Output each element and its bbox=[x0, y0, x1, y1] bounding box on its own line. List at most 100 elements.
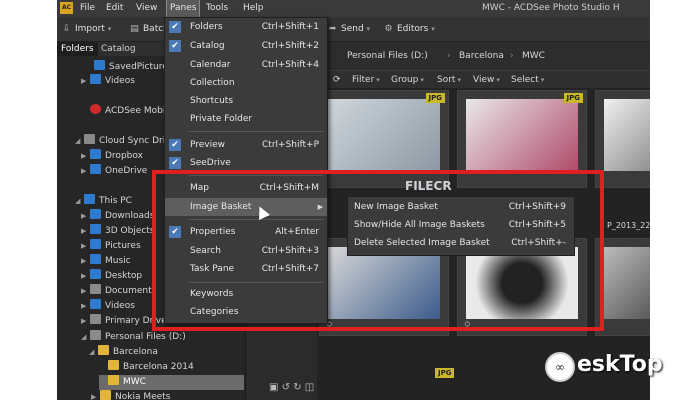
check-icon: ✔ bbox=[169, 40, 181, 52]
tree-item[interactable]: ▶ Desktop bbox=[81, 269, 142, 284]
menu-item-collection[interactable]: Collection bbox=[165, 74, 327, 92]
menu-item-shortcuts[interactable]: Shortcuts bbox=[165, 92, 327, 110]
sort-button[interactable]: Sort ▾ bbox=[437, 71, 461, 89]
toolbar: ⇩ Import ▾ ▤ Batch ➦ Send ▾ ⚙ Editors ▾ bbox=[57, 17, 650, 42]
tree-item[interactable]: ◢ This PC bbox=[75, 194, 132, 209]
tree-item-label: Documents bbox=[105, 286, 157, 296]
menu-item-keywords[interactable]: Keywords bbox=[165, 285, 327, 303]
menu-tools[interactable]: Tools bbox=[203, 0, 231, 17]
filter-button[interactable]: Filter ▾ bbox=[352, 71, 380, 89]
refresh-icon[interactable]: ⟳ bbox=[333, 71, 341, 89]
file-type-badge: JPG bbox=[425, 93, 445, 103]
menu-help[interactable]: Help bbox=[240, 0, 267, 17]
menu-panes[interactable]: Panes bbox=[165, 0, 201, 18]
tree-item[interactable]: ▶ Downloads bbox=[81, 209, 154, 224]
breadcrumb-item[interactable]: MWC bbox=[522, 42, 545, 70]
batch-button[interactable]: ▤ Batch bbox=[129, 21, 169, 37]
tree-item[interactable]: ▶ Videos bbox=[81, 299, 135, 314]
tree-item[interactable]: ◢ Cloud Sync Driv bbox=[75, 134, 171, 149]
batch-icon: ▤ bbox=[130, 24, 139, 34]
menu-item-seedrive[interactable]: ✔ SeeDrive bbox=[165, 154, 327, 172]
tree-item[interactable]: ▶ Videos bbox=[81, 74, 135, 89]
rotate-left-icon[interactable]: ↺ bbox=[282, 382, 290, 393]
menu-item-calendar[interactable]: Calendar Ctrl+Shift+4 bbox=[165, 56, 327, 74]
cloud-icon bbox=[84, 134, 95, 144]
tab-folders[interactable]: Folders bbox=[57, 42, 98, 56]
menu-item-categories[interactable]: Categories bbox=[165, 303, 327, 321]
menu-file[interactable]: File bbox=[77, 0, 98, 17]
watermark-text: eskTop bbox=[577, 352, 663, 377]
window-title: MWC - ACDSee Photo Studio H bbox=[482, 3, 620, 13]
menu-item-show-hide-baskets[interactable]: Show/Hide All Image Baskets Ctrl+Shift+5 bbox=[348, 216, 574, 234]
folder-icon bbox=[108, 360, 119, 370]
menu-item-map[interactable]: Map Ctrl+Shift+M bbox=[165, 179, 327, 197]
menu-item-new-image-basket[interactable]: New Image Basket Ctrl+Shift+9 bbox=[348, 198, 574, 216]
menu-item-search[interactable]: Search Ctrl+Shift+3 bbox=[165, 242, 327, 260]
sort-label: Sort bbox=[437, 75, 456, 85]
onedrive-icon bbox=[90, 164, 101, 174]
menu-item-folders[interactable]: ✔ Folders Ctrl+Shift+1 bbox=[165, 18, 327, 36]
music-icon bbox=[90, 254, 101, 264]
menu-separator bbox=[189, 282, 323, 283]
breadcrumb-item[interactable]: Personal Files (D:) bbox=[347, 42, 428, 70]
tab-catalog[interactable]: Catalog bbox=[97, 42, 140, 56]
menu-item-image-basket[interactable]: Image Basket ▶ bbox=[165, 198, 327, 216]
tree-item[interactable]: ▶ OneDrive bbox=[81, 164, 147, 179]
tree-item[interactable]: ▶ 3D Objects bbox=[81, 224, 155, 239]
tree-item-label: Music bbox=[105, 256, 131, 266]
chevron-right-icon: › bbox=[510, 51, 514, 61]
rotate-right-icon[interactable]: ↻ bbox=[293, 382, 301, 393]
menu-item-preview[interactable]: ✔ Preview Ctrl+Shift+P bbox=[165, 136, 327, 154]
tree-item[interactable]: ▶ Music bbox=[81, 254, 131, 269]
thumbnail[interactable]: JPG bbox=[457, 90, 587, 188]
tree-item[interactable]: SavedPictures bbox=[85, 60, 172, 75]
thumbnail[interactable] bbox=[595, 90, 650, 188]
check-icon: ✔ bbox=[169, 21, 181, 33]
menu-view[interactable]: View bbox=[133, 0, 160, 17]
menu-item-label: Calendar bbox=[190, 60, 231, 70]
import-button[interactable]: ⇩ Import ▾ bbox=[61, 21, 112, 37]
breadcrumb-item[interactable]: Barcelona bbox=[459, 42, 504, 70]
tree-item-selected[interactable]: MWC bbox=[99, 375, 244, 390]
desktop-icon bbox=[90, 269, 101, 279]
check-icon: ✔ bbox=[169, 157, 181, 169]
tree-item[interactable]: ▶ Documents bbox=[81, 284, 156, 299]
send-button[interactable]: ➦ Send ▾ bbox=[327, 21, 370, 37]
menu-item-delete-basket[interactable]: Delete Selected Image Basket Ctrl+Shift+- bbox=[348, 234, 574, 252]
photo bbox=[328, 247, 440, 319]
tree-item[interactable]: ACDSee Mobile bbox=[81, 104, 173, 119]
tree-item[interactable]: ▶ Pictures bbox=[81, 239, 141, 254]
menu-item-properties[interactable]: ✔ Properties Alt+Enter bbox=[165, 223, 327, 241]
group-button[interactable]: Group ▾ bbox=[391, 71, 424, 89]
menu-item-catalog[interactable]: ✔ Catalog Ctrl+Shift+2 bbox=[165, 37, 327, 55]
tree-item[interactable]: ▶ Nokia Meets bbox=[91, 390, 170, 400]
download-icon bbox=[90, 209, 101, 219]
drive-icon bbox=[90, 330, 101, 340]
menu-edit[interactable]: Edit bbox=[103, 0, 126, 17]
thumbnail[interactable]: JPG bbox=[319, 90, 449, 188]
chevron-right-icon: › bbox=[447, 51, 451, 61]
menu-item-label: SeeDrive bbox=[190, 158, 231, 168]
menu-item-shortcut: Ctrl+Shift+1 bbox=[261, 22, 319, 32]
menu-item-shortcut: Ctrl+Shift+3 bbox=[261, 246, 319, 256]
photo bbox=[328, 99, 440, 171]
menu-item-task-pane[interactable]: Task Pane Ctrl+Shift+7 bbox=[165, 260, 327, 278]
tree-item-label: Downloads bbox=[105, 211, 155, 221]
tree-item[interactable]: ▶ Dropbox bbox=[81, 149, 143, 164]
tree-item[interactable]: ◢ Personal Files (D:) bbox=[81, 330, 186, 345]
tree-item-label: Videos bbox=[105, 301, 135, 311]
select-button[interactable]: Select ▾ bbox=[511, 71, 544, 89]
image-icon[interactable]: ▣ bbox=[269, 382, 278, 393]
compare-icon[interactable]: ◫ bbox=[305, 382, 314, 393]
view-button[interactable]: View ▾ bbox=[473, 71, 500, 89]
tree-item[interactable]: ◢ Barcelona bbox=[89, 345, 158, 360]
menu-item-shortcut: Alt+Enter bbox=[275, 227, 319, 237]
editors-button[interactable]: ⚙ Editors ▾ bbox=[383, 21, 434, 37]
pictures-icon bbox=[90, 239, 101, 249]
menu-item-shortcut: Ctrl+Shift+5 bbox=[508, 220, 566, 230]
menu-item-private-folder[interactable]: Private Folder bbox=[165, 110, 327, 128]
folder-icon bbox=[98, 345, 109, 355]
menu-item-shortcut: Ctrl+Shift+9 bbox=[508, 202, 566, 212]
thumbnail[interactable] bbox=[595, 238, 650, 336]
tree-item[interactable]: Barcelona 2014 bbox=[99, 360, 194, 375]
